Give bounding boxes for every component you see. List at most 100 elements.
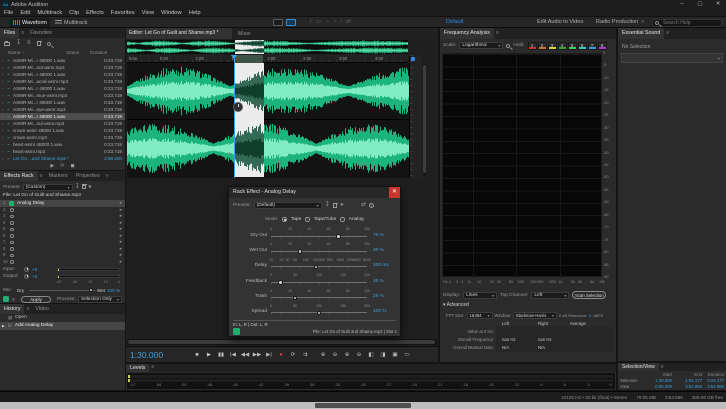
expand-caret-icon[interactable]: › <box>2 64 4 71</box>
hold-button-3[interactable]: 3 <box>547 41 557 50</box>
pause-button[interactable]: ▮▮ <box>216 350 226 360</box>
waveform-channel-left[interactable] <box>127 63 409 119</box>
tab-markers[interactable]: Markers <box>45 171 72 181</box>
slot-power-icon[interactable] <box>10 240 14 244</box>
record-button[interactable]: ● <box>276 350 286 360</box>
menu-effects[interactable]: Effects <box>86 10 104 16</box>
open-file-icon[interactable] <box>4 40 10 46</box>
slot-power-icon[interactable] <box>10 247 14 251</box>
dialog-close-button[interactable]: ✕ <box>389 187 400 198</box>
ruler-selection-band[interactable] <box>234 55 263 63</box>
slot-power-icon[interactable] <box>10 208 14 212</box>
tab-selection-view[interactable]: Selection/View <box>618 363 659 371</box>
menu-file[interactable]: File <box>4 10 13 16</box>
menu-favorites[interactable]: Favorites <box>111 10 135 16</box>
waveform-selection[interactable] <box>235 63 264 177</box>
zoom-in-time-button[interactable]: ⊕ <box>318 350 328 360</box>
overview-strip[interactable] <box>127 40 408 54</box>
tab-frequency-analysis[interactable]: Frequency Analysis <box>440 28 494 39</box>
menu-window[interactable]: Window <box>161 10 182 16</box>
slider-track[interactable] <box>271 235 367 239</box>
delete-preset-icon[interactable] <box>81 184 87 190</box>
slider-track[interactable] <box>271 297 367 301</box>
horizontal-scrollbar-handle[interactable] <box>128 340 435 344</box>
expand-caret-icon[interactable]: › <box>2 106 4 113</box>
file-row[interactable]: › ~ ASMR-Mi...r 48000 1.wav 0:23.719 <box>0 71 125 78</box>
expand-caret-icon[interactable]: › <box>2 141 4 148</box>
save-preset-icon[interactable]: ↧ <box>75 182 80 193</box>
file-row[interactable]: › ~ crown-asmr 48000 1.wav 0:23.719 <box>0 127 125 134</box>
import-file-icon[interactable]: ↧ <box>16 38 21 49</box>
expand-caret-icon[interactable]: › <box>2 57 4 64</box>
playhead-marker-icon[interactable] <box>231 55 237 59</box>
slot-power-icon[interactable] <box>10 227 14 231</box>
expand-caret-icon[interactable]: › <box>2 85 4 92</box>
window-dropdown[interactable]: Blackman-Harris ▾ <box>513 311 558 319</box>
hold-button-4[interactable]: 4 <box>557 41 567 50</box>
zoom-full-button[interactable]: ▭ <box>402 350 412 360</box>
levels-meter[interactable]: -57 -54 -51 -48 -45 -42 -39 -36 -33 -30 -27 -24 -21-… <box>127 373 615 389</box>
expand-caret-icon[interactable]: › <box>2 92 4 99</box>
slider-handle[interactable] <box>278 280 283 285</box>
tab-levels[interactable]: Levels <box>126 364 150 372</box>
menu-help[interactable]: Help <box>189 10 201 16</box>
workspace-default[interactable]: Default <box>446 17 463 28</box>
slot-arrow-icon[interactable]: ▸ <box>120 259 122 266</box>
expand-caret-icon[interactable]: › <box>2 71 4 78</box>
column-name[interactable]: Name <box>8 50 20 55</box>
expand-caret-icon[interactable]: › <box>2 134 4 141</box>
mix-value[interactable]: 100 % <box>107 288 120 293</box>
workspace-overflow-button[interactable]: » <box>641 17 644 28</box>
file-row[interactable]: › ~ ASMR-Mi...oot-asmr.mp3 0:23.719 <box>0 64 125 71</box>
slot-power-on-icon[interactable] <box>9 200 14 206</box>
slider-track[interactable] <box>271 250 367 254</box>
zoom-to-selection-button[interactable]: ▣ <box>390 350 400 360</box>
timeline-ruler[interactable]: hms 0:301:001:302:002:303:003:30 <box>127 55 408 63</box>
history-item[interactable]: ▤ Open <box>0 314 125 322</box>
waveform-channel-right[interactable] <box>127 120 409 177</box>
stop-button[interactable]: ■ <box>192 350 202 360</box>
minimize-button[interactable]: – <box>676 0 688 9</box>
output-gain-knob[interactable] <box>24 274 29 279</box>
menu-edit[interactable]: Edit <box>20 10 30 16</box>
column-status[interactable]: Status <box>66 50 79 55</box>
history-item[interactable]: ▶ fx Add Analog Delay <box>0 322 125 330</box>
mix-slider-track[interactable] <box>29 290 95 291</box>
tab-effects-rack[interactable]: Effects Rack <box>0 171 38 181</box>
slider-track[interactable] <box>271 266 367 270</box>
file-row[interactable]: › ~ ASMR-Mi...r 48000 1.wav 0:23.719 <box>0 113 125 120</box>
fft-size-dropdown[interactable]: 16384 ▾ <box>466 311 493 319</box>
search-help-input[interactable] <box>661 18 717 27</box>
file-row[interactable]: › ~ Let Go ...and Shame.mp3 * 3:58.000 <box>0 155 125 162</box>
expand-caret-icon[interactable]: › <box>2 113 4 120</box>
slot-power-icon[interactable] <box>10 221 14 225</box>
input-gain-value[interactable]: +0 <box>32 267 37 272</box>
file-row[interactable]: › ~ ASMR-Mi...eye-asmr.mp3 0:23.719 <box>0 106 125 113</box>
preview-loop-icon[interactable]: ⟳ <box>60 163 64 169</box>
slider-handle[interactable] <box>336 234 341 239</box>
expand-caret-icon[interactable]: › <box>2 127 4 134</box>
expand-caret-icon[interactable]: › <box>2 148 4 155</box>
essential-sound-preset-dropdown[interactable]: ▾ <box>621 53 723 63</box>
time-display[interactable]: 1:30.000 <box>130 350 163 360</box>
skip-to-start-button[interactable]: |◀ <box>228 350 238 360</box>
slot-power-icon[interactable] <box>10 214 14 218</box>
rack-slot-10[interactable]: 10 ▸ <box>0 259 125 266</box>
windows-taskbar[interactable] <box>0 402 726 409</box>
hud-gain-knob[interactable] <box>233 102 243 112</box>
file-row[interactable]: › ~ ASMR-Mi...acral-asmr.mp3 0:23.719 <box>0 78 125 85</box>
waveform-area[interactable] <box>127 63 409 178</box>
mode-radio-analog[interactable] <box>340 217 345 222</box>
essential-sound-panel-menu-icon[interactable]: ≡ <box>664 28 671 39</box>
tab-video[interactable]: Video <box>31 304 52 314</box>
scale-dropdown[interactable]: Logarithmic ▾ <box>459 42 504 49</box>
favorite-star-icon[interactable]: ★ <box>88 182 92 193</box>
hold-button-5[interactable]: 5 <box>567 41 577 50</box>
scan-selection-button[interactable]: Scan Selection <box>572 291 607 299</box>
menu-view[interactable]: View <box>142 10 154 16</box>
tab-favorites[interactable]: Favorites <box>26 28 56 38</box>
tab-editor[interactable]: Editor: Let Go of Guilt and Shame.mp3 * <box>126 28 232 39</box>
db-reference-value[interactable]: 0 <box>589 313 591 318</box>
dialog-favorite-star-icon[interactable]: ★ <box>340 200 344 211</box>
rewind-button[interactable]: ◀◀ <box>240 350 250 360</box>
